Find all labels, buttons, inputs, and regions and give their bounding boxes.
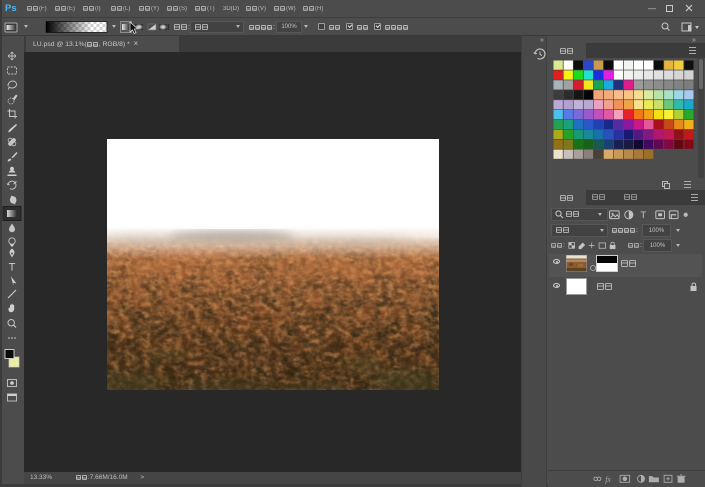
svg-text:T: T xyxy=(640,210,646,221)
svg-text:T: T xyxy=(9,262,16,274)
svg-text:fx: fx xyxy=(605,475,611,484)
